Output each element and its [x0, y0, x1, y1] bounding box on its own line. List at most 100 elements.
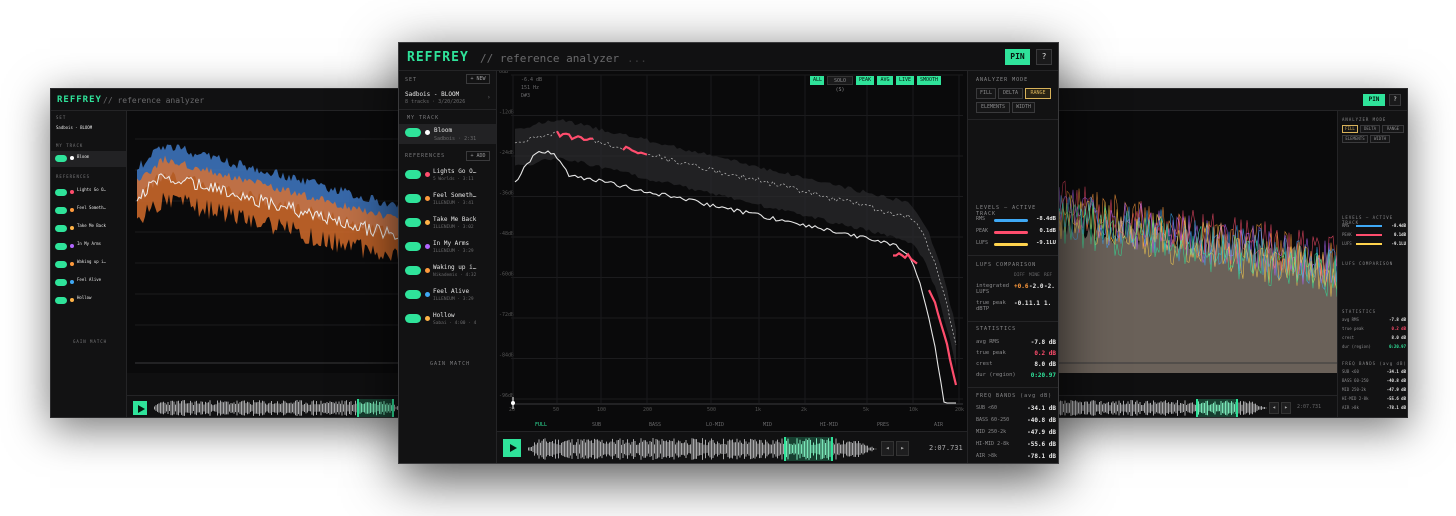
add-reference-button[interactable]: + ADD: [466, 151, 490, 161]
gain-match-button[interactable]: GAIN MATCH: [430, 361, 470, 367]
left-waveform[interactable]: [153, 399, 403, 417]
left-reference-row[interactable]: In My Arms: [51, 239, 126, 255]
left-reference-toggle[interactable]: [55, 261, 67, 268]
band-tab-pres[interactable]: PRES: [877, 422, 889, 428]
right-mode-range[interactable]: RANGE: [1382, 125, 1404, 133]
band-tab-full[interactable]: FULL: [535, 422, 547, 428]
new-set-button[interactable]: + NEW: [466, 74, 490, 84]
statistic-row: dur (region) 0:20.97: [976, 372, 1056, 382]
left-reference-row[interactable]: Take Me Back: [51, 221, 126, 237]
right-waveform[interactable]: [1047, 399, 1267, 417]
right-pin-button[interactable]: PIN: [1363, 94, 1385, 106]
play-button[interactable]: [503, 439, 521, 457]
band-tab-lo-mid[interactable]: LO-MID: [706, 422, 724, 428]
reference-row[interactable]: In My Arms ILLENIUM · 3:29: [399, 236, 496, 258]
spectrum-plot[interactable]: 0dB -12dB -24dB -36dB -48dB -60dB -72dB -84dB -9…: [497, 69, 967, 431]
left-reference-row[interactable]: Feel Someth…: [51, 203, 126, 219]
toggle-avg[interactable]: AVG: [877, 76, 893, 85]
reference-row[interactable]: Take Me Back ILLENIUM · 3:02: [399, 212, 496, 234]
left-reference-row[interactable]: Lights Go O…: [51, 185, 126, 201]
right-mode-delta[interactable]: DELTA: [1360, 125, 1380, 133]
level-value: -8.4dB: [1036, 216, 1056, 222]
right-freq-row: HI-MID 2-8k -55.6 dB: [1342, 396, 1406, 404]
reference-name: Feel Someth…: [433, 192, 477, 199]
x-tick-label: 100: [597, 407, 606, 413]
reference-toggle[interactable]: [405, 194, 421, 203]
reference-row[interactable]: Waking up i… Nikademis · 4:32: [399, 260, 496, 282]
left-my-track-toggle[interactable]: [55, 155, 67, 162]
left-play-button[interactable]: [133, 401, 147, 415]
left-my-track-row[interactable]: Bloom: [51, 151, 126, 167]
my-track-toggle[interactable]: [405, 128, 421, 137]
right-mode-width[interactable]: WIDTH: [1370, 135, 1390, 143]
left-reference-toggle[interactable]: [55, 207, 67, 214]
right-next-button[interactable]: ▸: [1281, 402, 1291, 414]
left-gain-match[interactable]: GAIN MATCH: [73, 339, 107, 344]
pin-button[interactable]: PIN: [1005, 49, 1030, 65]
left-reference-toggle[interactable]: [55, 279, 67, 286]
right-prev-button[interactable]: ◂: [1269, 402, 1279, 414]
reference-color-dot: [425, 244, 430, 249]
left-reference-row[interactable]: Hollow: [51, 293, 126, 309]
mode-delta-button[interactable]: DELTA: [998, 88, 1023, 99]
reference-toggle[interactable]: [405, 290, 421, 299]
band-tab-bass[interactable]: BASS: [649, 422, 661, 428]
toggle-all[interactable]: ALL: [810, 76, 824, 85]
reference-toggle[interactable]: [405, 170, 421, 179]
my-track-row[interactable]: Bloom Sadbois · 2:31: [399, 124, 496, 144]
toggle-peak[interactable]: PEAK: [856, 76, 874, 85]
reference-row[interactable]: Hollow Sabai · 4:00 · 4: [399, 308, 496, 330]
lufs-mine: -2.0: [1029, 283, 1044, 290]
mode-fill-button[interactable]: FILL: [976, 88, 996, 99]
toggle-smooth[interactable]: SMOOTH: [917, 76, 941, 85]
reference-color-dot: [425, 220, 430, 225]
left-reference-row[interactable]: Waking up i…: [51, 257, 126, 273]
statistic-label: true peak: [976, 350, 1006, 356]
statistic-row: true peak 0.2 dB: [976, 350, 1056, 360]
left-reference-toggle[interactable]: [55, 189, 67, 196]
mode-range-button[interactable]: RANGE: [1025, 88, 1051, 99]
right-mode-elements[interactable]: ELEMENTS: [1342, 135, 1368, 143]
reference-row[interactable]: Feel Someth… ILLENIUM · 3:41: [399, 188, 496, 210]
right-freq-value: -47.9 dB: [1386, 387, 1406, 392]
left-reference-name: Feel Someth…: [77, 205, 106, 210]
reference-toggle[interactable]: [405, 266, 421, 275]
region-start-handle: [1196, 399, 1198, 417]
left-reference-dot: [70, 208, 74, 212]
prev-region-button[interactable]: ◂: [881, 441, 894, 456]
toggle-live[interactable]: LIVE: [896, 76, 914, 85]
statistic-label: crest: [976, 361, 993, 367]
reference-row[interactable]: Lights Go O… 5 Worlds · 3:11: [399, 164, 496, 186]
reference-meta: Nikademis · 4:32: [433, 273, 477, 278]
reference-row[interactable]: Feel Alive ILLENIUM · 3:29: [399, 284, 496, 306]
reference-toggle[interactable]: [405, 314, 421, 323]
reference-name: In My Arms: [433, 240, 470, 247]
freq-band-value: -40.8 dB: [1027, 417, 1056, 424]
help-button[interactable]: ?: [1036, 49, 1052, 65]
left-reference-row[interactable]: Feel Alive: [51, 275, 126, 291]
right-spectrum-plot[interactable]: [1041, 111, 1338, 373]
left-spectrum-plot[interactable]: [127, 111, 409, 373]
next-region-button[interactable]: ▸: [896, 441, 909, 456]
left-reference-toggle[interactable]: [55, 297, 67, 304]
band-tab-sub[interactable]: SUB: [592, 422, 601, 428]
band-tab-mid[interactable]: MID: [763, 422, 772, 428]
left-set-name[interactable]: Sadbois - BLOOM: [56, 125, 116, 130]
band-tab-hi-mid[interactable]: HI-MID: [820, 422, 838, 428]
toggle-solos[interactable]: SOLO (S): [827, 76, 853, 93]
mode-elements-button[interactable]: ELEMENTS: [976, 102, 1010, 113]
waveform[interactable]: [527, 437, 877, 461]
set-name[interactable]: Sadbois - BLOOM: [405, 91, 485, 98]
reference-toggle[interactable]: [405, 242, 421, 251]
right-mode-fill[interactable]: FILL: [1342, 125, 1358, 133]
left-brand-subtitle: // reference analyzer: [103, 96, 205, 105]
level-label: PEAK: [976, 228, 989, 234]
left-reference-toggle[interactable]: [55, 243, 67, 250]
left-reference-toggle[interactable]: [55, 225, 67, 232]
right-level-row: PEAK 0.1dB: [1342, 232, 1406, 240]
reference-toggle[interactable]: [405, 218, 421, 227]
right-help-button[interactable]: ?: [1389, 94, 1401, 106]
set-chevron-icon[interactable]: ›: [487, 94, 491, 101]
band-tab-air[interactable]: AIR: [934, 422, 943, 428]
mode-width-button[interactable]: WIDTH: [1012, 102, 1035, 113]
